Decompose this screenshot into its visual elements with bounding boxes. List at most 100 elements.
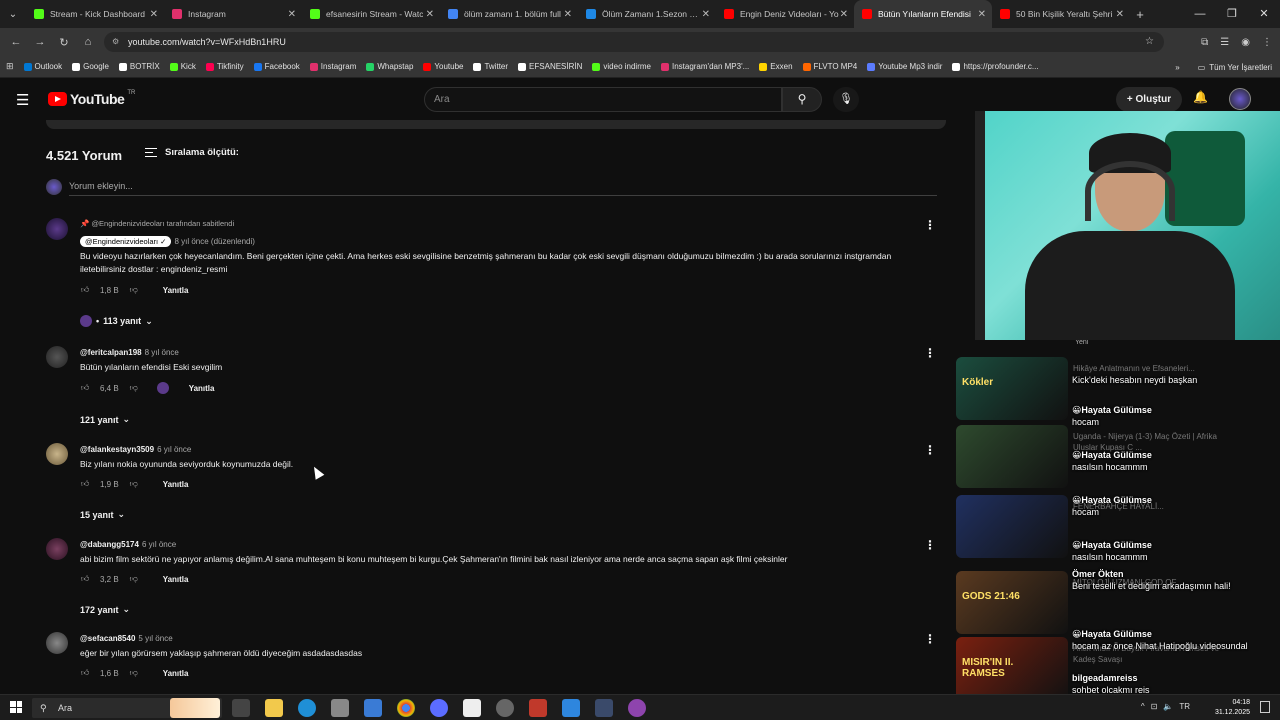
bookmark-item[interactable]: video indirme (592, 62, 651, 71)
video-thumbnail[interactable]: Kökler (956, 357, 1068, 420)
account-avatar[interactable] (1229, 88, 1251, 110)
comment-menu-icon[interactable]: ⋮ (924, 218, 936, 232)
like-icon[interactable]: 👍︎ (80, 285, 90, 295)
comment-avatar[interactable] (46, 346, 68, 368)
sort-button[interactable]: Sıralama ölçütü: (145, 147, 239, 158)
all-bookmarks-link[interactable]: Tüm Yer İşaretleri (1209, 63, 1272, 72)
more-bookmarks-icon[interactable]: » (1175, 63, 1179, 72)
dislike-icon[interactable]: 👎︎ (129, 574, 139, 584)
chrome-icon[interactable] (397, 699, 415, 717)
browser-tab[interactable]: Instagram ✕ (164, 0, 302, 28)
video-thumbnail[interactable] (956, 425, 1068, 488)
new-tab-button[interactable]: + (1130, 7, 1150, 22)
comment-author[interactable]: @sefacan8540 (80, 634, 135, 643)
browser-tab[interactable]: Stream - Kick Dashboard ✕ (26, 0, 164, 28)
tab-close-icon[interactable]: ✕ (426, 9, 434, 20)
windows-start-icon[interactable] (10, 701, 22, 713)
bookmark-item[interactable]: https://profounder.c... (952, 62, 1039, 71)
comment-avatar[interactable] (46, 632, 68, 654)
forward-button[interactable]: → (28, 36, 52, 48)
settings-icon[interactable] (595, 699, 613, 717)
reply-button[interactable]: Yanıtla (189, 384, 215, 393)
tab-close-icon[interactable]: ✕ (150, 9, 158, 20)
tab-search-icon[interactable]: ⌄ (0, 9, 26, 20)
bookmark-item[interactable]: BOTRİX (118, 62, 160, 71)
dislike-icon[interactable]: 👎︎ (129, 383, 139, 393)
dislike-icon[interactable]: 👎︎ (129, 479, 139, 489)
tab-close-icon[interactable]: ✕ (1116, 9, 1124, 20)
bookmark-item[interactable]: Outlook (23, 62, 62, 71)
browser-tab[interactable]: 50 Bin Kişilik Yeraltı Şehri ✕ (992, 0, 1130, 28)
tab-close-icon[interactable]: ✕ (978, 9, 986, 20)
task-view-icon[interactable] (232, 699, 250, 717)
youtube-logo[interactable]: YouTube TR (48, 90, 135, 107)
view-replies-button[interactable]: 172 yanıt ⌄ (80, 604, 130, 615)
bookmark-item[interactable]: Youtube Mp3 indir (867, 62, 942, 71)
store-icon[interactable] (364, 699, 382, 717)
browser-tab[interactable]: Bütün Yılanların Efendisi ✕ (854, 0, 992, 28)
comment-avatar[interactable] (46, 443, 68, 465)
home-icon[interactable]: ⌂ (76, 36, 100, 48)
add-comment-input[interactable]: Yorum ekleyin... (69, 181, 133, 191)
bookmark-item[interactable]: Whapstap (366, 62, 413, 71)
url-field[interactable]: ⚙ youtube.com/watch?v=WFxHdBn1HRU ☆ (104, 32, 1164, 52)
apps-grid-icon[interactable]: ⊞ (6, 61, 14, 72)
comment-avatar[interactable] (46, 538, 68, 560)
app-icon[interactable] (496, 699, 514, 717)
view-replies-button[interactable]: • 113 yanıt ⌄ (80, 315, 153, 327)
menu-icon[interactable]: ☰ (16, 91, 29, 109)
close-window-button[interactable]: ✕ (1248, 0, 1280, 28)
notepad-icon[interactable] (463, 699, 481, 717)
like-icon[interactable]: 👍︎ (80, 668, 90, 678)
search-button[interactable]: ⚲ (782, 87, 822, 112)
app-icon[interactable] (430, 699, 448, 717)
bookmark-item[interactable]: Kick (169, 62, 196, 71)
obs-icon[interactable] (628, 699, 646, 717)
comment-time[interactable]: 6 yıl önce (142, 540, 176, 549)
like-icon[interactable]: 👍︎ (80, 574, 90, 584)
tab-close-icon[interactable]: ✕ (840, 9, 848, 20)
file-explorer-icon[interactable] (265, 699, 283, 717)
language-icon[interactable]: TR (1179, 702, 1190, 711)
comment-menu-icon[interactable]: ⋮ (924, 632, 936, 646)
site-info-icon[interactable]: ⚙ (112, 32, 119, 52)
browser-tab[interactable]: ölüm zamanı 1. bölüm full ✕ (440, 0, 578, 28)
network-icon[interactable]: ⊡ (1151, 702, 1158, 711)
notification-center-icon[interactable] (1260, 701, 1270, 713)
comment-menu-icon[interactable]: ⋮ (924, 443, 936, 457)
comment-avatar[interactable] (46, 218, 68, 240)
voice-search-button[interactable]: 🎙 (833, 87, 859, 112)
reply-button[interactable]: Yanıtla (163, 286, 189, 295)
app-icon[interactable] (331, 699, 349, 717)
bookmark-item[interactable]: Youtube (423, 62, 463, 71)
maximize-button[interactable]: ❐ (1216, 0, 1248, 28)
create-button[interactable]: + Oluştur (1116, 87, 1182, 112)
comment-author[interactable]: @falankestayn3509 (80, 445, 154, 454)
dislike-icon[interactable]: 👎︎ (129, 668, 139, 678)
dislike-icon[interactable]: 👎︎ (129, 285, 139, 295)
browser-menu-icon[interactable]: ⋮ (1262, 37, 1272, 48)
browser-tab[interactable]: efsanesirin Stream - Watc ✕ (302, 0, 440, 28)
bookmark-star-icon[interactable]: ☆ (1145, 32, 1154, 52)
reply-button[interactable]: Yanıtla (163, 480, 189, 489)
bookmark-item[interactable]: Exxen (759, 62, 793, 71)
volume-icon[interactable]: 🔈 (1163, 702, 1173, 711)
tab-close-icon[interactable]: ✕ (564, 9, 572, 20)
comment-time[interactable]: 8 yıl önce (145, 348, 179, 357)
taskbar-clock[interactable]: 04:18 31.12.2025 (1215, 698, 1250, 718)
channel-owner-badge[interactable]: @Engindenizvideoları ✓ (80, 236, 172, 247)
taskbar-search-input[interactable]: ⚲ Ara (32, 698, 222, 718)
app-icon[interactable] (529, 699, 547, 717)
reply-button[interactable]: Yanıtla (163, 575, 189, 584)
bookmark-item[interactable]: Twitter (473, 62, 508, 71)
tab-close-icon[interactable]: ✕ (702, 9, 710, 20)
extensions-icon[interactable]: ⧉ (1201, 37, 1208, 48)
browser-tab[interactable]: Engin Deniz Videoları - Yo ✕ (716, 0, 854, 28)
view-replies-button[interactable]: 15 yanıt ⌄ (80, 509, 125, 520)
profile-icon[interactable]: ◉ (1241, 37, 1250, 48)
reply-button[interactable]: Yanıtla (163, 669, 189, 678)
comment-author[interactable]: @dabangg5174 (80, 540, 139, 549)
comment-time[interactable]: 5 yıl önce (138, 634, 172, 643)
comment-time[interactable]: 6 yıl önce (157, 445, 191, 454)
bookmark-item[interactable]: FLVTO MP4 (802, 62, 857, 71)
